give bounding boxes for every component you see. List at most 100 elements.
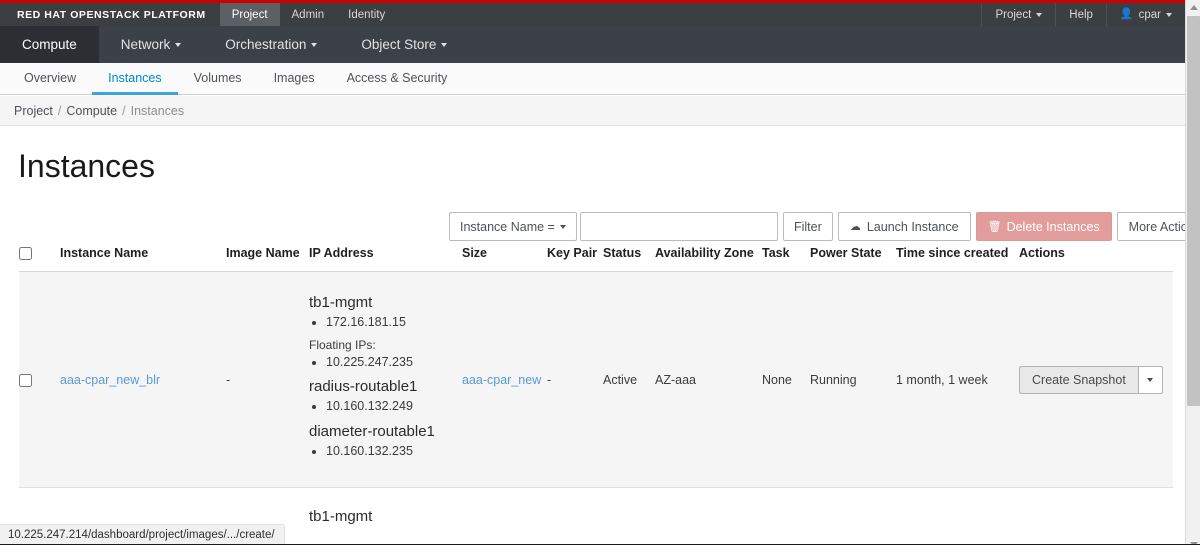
cell-time-since-created: 1 month, 1 week <box>896 271 1019 489</box>
network-ip-list: 172.16.181.15 <box>309 316 462 333</box>
user-menu[interactable]: 👤 cpar <box>1105 3 1185 26</box>
cell-task <box>762 487 810 550</box>
chevron-down-icon <box>1036 12 1043 17</box>
delete-instances-label: Delete Instances <box>1006 219 1100 234</box>
cell-ip-address: tb1-mgmt 172.16.181.15 Floating IPs: 10.… <box>309 271 462 489</box>
browser-page: RED HAT OPENSTACK PLATFORM Project Admin… <box>0 0 1200 552</box>
table-row: aaa-cpar_new_blr - tb1-mgmt 172.16.181.1… <box>19 271 1173 489</box>
top-nav-project[interactable]: Project <box>219 3 280 26</box>
cell-key-pair: - <box>547 271 603 489</box>
top-navigation-bar: RED HAT OPENSTACK PLATFORM Project Admin… <box>0 3 1185 26</box>
category-object-store[interactable]: Object Store <box>339 26 469 63</box>
cell-task: None <box>762 271 810 489</box>
breadcrumb-item-project[interactable]: Project <box>14 104 53 118</box>
cell-status: Active <box>603 271 655 489</box>
table-toolbar: Instance Name = Filter ☁ Launch Instance… <box>449 212 1200 241</box>
tab-overview[interactable]: Overview <box>8 63 92 95</box>
page-title: Instances <box>18 148 155 184</box>
project-switcher[interactable]: Project <box>981 3 1055 26</box>
tab-instances[interactable]: Instances <box>92 63 178 95</box>
breadcrumb: Project / Compute / Instances <box>0 96 1185 126</box>
col-availability-zone: Availability Zone <box>655 246 762 273</box>
chevron-down-icon <box>559 224 566 229</box>
cell-instance-name: aaa-cpar_new_blr <box>60 271 226 489</box>
row-actions-dropdown-toggle[interactable] <box>1138 365 1163 394</box>
chevron-down-icon <box>1166 12 1172 17</box>
breadcrumb-item-compute[interactable]: Compute <box>66 104 117 118</box>
network-block-2: diameter-routable1 10.160.132.235 <box>309 422 462 462</box>
filter-button[interactable]: Filter <box>782 212 833 241</box>
cell-time-since-created <box>896 487 1019 550</box>
ip-address: 10.160.132.249 <box>326 400 462 417</box>
user-icon: 👤 <box>1119 8 1134 20</box>
cell-size: aaa-cpar_new <box>462 271 547 489</box>
vertical-scrollbar[interactable] <box>1185 0 1200 552</box>
top-nav-identity[interactable]: Identity <box>336 3 397 26</box>
cell-availability-zone: AZ-aaa <box>655 271 762 489</box>
network-name: radius-routable1 <box>309 378 418 396</box>
link-preview-statusbar: 10.225.247.214/dashboard/project/images/… <box>0 524 285 544</box>
help-link[interactable]: Help <box>1055 3 1106 26</box>
chevron-down-icon <box>441 42 448 47</box>
ip-address: 172.16.181.15 <box>326 316 462 333</box>
filter-button-label: Filter <box>793 219 822 234</box>
cell-availability-zone <box>655 487 762 550</box>
col-instance-name: Instance Name <box>60 246 226 273</box>
select-all-checkbox[interactable] <box>19 247 32 261</box>
cell-status <box>603 487 655 550</box>
chevron-down-icon <box>311 42 318 47</box>
category-orchestration[interactable]: Orchestration <box>203 26 339 63</box>
network-block-1: radius-routable1 10.160.132.249 <box>309 377 462 417</box>
row-select-cell <box>19 271 60 489</box>
launch-instance-button[interactable]: ☁ Launch Instance <box>837 212 971 241</box>
tab-images[interactable]: Images <box>258 63 331 95</box>
col-time-since-created: Time since created <box>896 246 1019 273</box>
help-label: Help <box>1069 8 1093 21</box>
instances-table-body: aaa-cpar_new_blr - tb1-mgmt 172.16.181.1… <box>19 271 1173 550</box>
row-checkbox[interactable] <box>19 373 32 387</box>
filter-field-select-label: Instance Name = <box>460 219 555 234</box>
breadcrumb-separator: / <box>57 103 62 118</box>
tab-instances-label: Instances <box>108 70 162 85</box>
tab-volumes[interactable]: Volumes <box>178 63 258 95</box>
filter-search-input[interactable] <box>579 212 778 241</box>
top-nav-project-label: Project <box>231 8 268 21</box>
instances-table: Instance Name Image Name IP Address Size… <box>19 246 1173 550</box>
brand-logo: RED HAT OPENSTACK PLATFORM <box>17 8 206 21</box>
col-status: Status <box>603 246 655 273</box>
chevron-down-icon <box>1147 377 1154 382</box>
category-network[interactable]: Network <box>99 26 204 63</box>
flavor-link[interactable]: aaa-cpar_new <box>462 373 541 387</box>
top-nav-identity-label: Identity <box>348 8 386 21</box>
ip-address: 10.160.132.235 <box>326 445 462 462</box>
category-compute-label: Compute <box>22 37 77 52</box>
cloud-upload-icon: ☁ <box>849 221 861 233</box>
user-menu-label: cpar <box>1138 8 1161 21</box>
col-key-pair: Key Pair <box>547 246 603 273</box>
instances-table-head: Instance Name Image Name IP Address Size… <box>19 246 1173 273</box>
table-header-row: Instance Name Image Name IP Address Size… <box>19 246 1173 273</box>
breadcrumb-separator: / <box>122 103 126 118</box>
chevron-up-icon <box>1189 5 1198 10</box>
col-actions: Actions <box>1019 246 1173 273</box>
tab-access-and-security[interactable]: Access & Security <box>331 63 464 95</box>
category-compute[interactable]: Compute <box>0 26 99 63</box>
tab-volumes-label: Volumes <box>193 70 242 85</box>
network-name: tb1-mgmt <box>309 508 373 526</box>
scroll-up-button[interactable] <box>1186 0 1200 15</box>
chevron-down-icon <box>175 42 182 47</box>
delete-instances-button[interactable]: 🗑 Delete Instances <box>975 212 1112 241</box>
category-object-store-label: Object Store <box>361 37 437 52</box>
col-size: Size <box>462 246 547 273</box>
select-all-header <box>19 246 60 273</box>
create-snapshot-button[interactable]: Create Snapshot <box>1019 365 1139 394</box>
instances-table-container: Instance Name Image Name IP Address Size… <box>19 246 1173 550</box>
scrollbar-thumb[interactable] <box>1187 16 1200 406</box>
row-action-group: Create Snapshot <box>1019 365 1163 394</box>
project-switcher-label: Project <box>995 8 1032 21</box>
instance-name-link[interactable]: aaa-cpar_new_blr <box>60 373 160 387</box>
top-nav-admin[interactable]: Admin <box>280 3 337 26</box>
trash-icon: 🗑 <box>987 221 1002 233</box>
filter-field-select[interactable]: Instance Name = <box>449 212 577 241</box>
cell-actions <box>1019 487 1173 550</box>
